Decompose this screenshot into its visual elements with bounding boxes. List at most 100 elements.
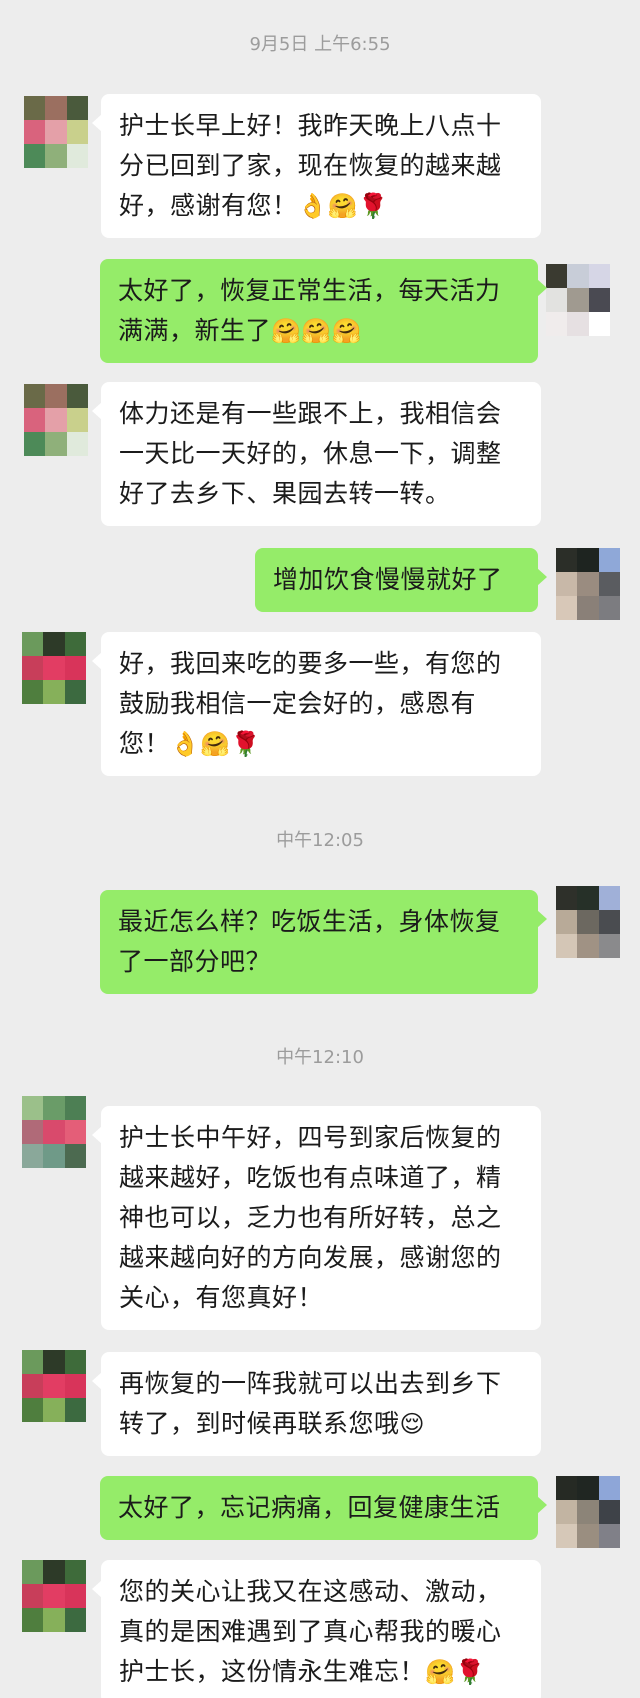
avatar-pixel [556,1476,578,1500]
contact-avatar[interactable] [22,1096,86,1168]
avatar-pixel [567,288,589,312]
avatar-pixel [45,144,67,168]
avatar-pixel [24,432,46,456]
avatar-pixel [66,144,88,168]
self-avatar[interactable] [556,1476,620,1548]
self-avatar[interactable] [556,548,620,620]
avatar-pixel [64,1374,86,1398]
avatar-pixel [22,1560,44,1584]
avatar-pixel [66,408,88,432]
avatar-pixel [22,1096,44,1120]
message-text: 最近怎么样？吃饭生活，身体恢复了一部分吧？ [118,907,501,976]
avatar-pixel [22,1350,44,1374]
message-bubble[interactable]: 护士长早上好！我昨天晚上八点十分已回到了家，现在恢复的越来越好，感谢有您！👌🤗🌹 [92,94,541,238]
timestamp-1: 9月5日 上午6:55 [249,34,391,55]
avatar-pixel [567,312,589,336]
avatar-pixel [598,572,620,596]
self-avatar[interactable] [556,886,620,958]
avatar-pixel [22,1398,44,1422]
avatar-pixel [22,1584,44,1608]
message-emoji: 🤗🤗🤗 [271,317,363,345]
avatar-pixel [24,144,46,168]
avatar-pixel [64,656,86,680]
avatar-pixel [43,1144,65,1168]
avatar-pixel [22,680,44,704]
avatar-pixel [43,656,65,680]
avatar-pixel [598,548,620,572]
avatar-pixel [64,1096,86,1120]
message-bubble[interactable]: 再恢复的一阵我就可以出去到乡下转了，到时候再联系您哦😌 [92,1352,541,1456]
message-bubble[interactable]: 太好了，恢复正常生活，每天活力满满，新生了🤗🤗🤗 [100,259,547,363]
avatar-pixel [577,596,599,620]
message-bubble[interactable]: 最近怎么样？吃饭生活，身体恢复了一部分吧？ [100,890,547,994]
avatar-pixel [546,264,568,288]
avatar-pixel [556,1500,578,1524]
avatar-pixel [43,1374,65,1398]
message-bubble[interactable]: 好，我回来吃的要多一些，有您的鼓励我相信一定会好的，感恩有您！👌🤗🌹 [92,632,541,776]
avatar-pixel [22,1120,44,1144]
avatar-pixel [598,596,620,620]
avatar-pixel [598,1500,620,1524]
avatar-pixel [556,572,578,596]
avatar-pixel [66,432,88,456]
avatar-pixel [22,1374,44,1398]
message-text: 增加饮食慢慢就好了 [273,565,503,594]
message-emoji: 👌🤗🌹 [170,730,262,758]
avatar-pixel [556,548,578,572]
avatar-pixel [45,432,67,456]
contact-avatar[interactable] [22,1560,86,1632]
avatar-pixel [22,656,44,680]
avatar-pixel [45,384,67,408]
avatar-pixel [43,1584,65,1608]
avatar-pixel [43,1120,65,1144]
avatar-pixel [598,1476,620,1500]
avatar-pixel [598,1524,620,1548]
avatar-pixel [43,1560,65,1584]
avatar-pixel [577,934,599,958]
message-text: 太好了，忘记病痛，回复健康生活 [118,1493,501,1522]
avatar-pixel [64,1584,86,1608]
avatar-pixel [45,96,67,120]
timestamp-2: 中午12:05 [276,830,364,851]
contact-avatar[interactable] [24,384,88,456]
avatar-pixel [567,264,589,288]
message-emoji: 👌🤗🌹 [297,192,389,220]
self-avatar[interactable] [546,264,610,336]
avatar-pixel [66,96,88,120]
avatar-pixel [43,1350,65,1374]
timestamp-3: 中午12:10 [276,1047,364,1068]
message-bubble[interactable]: 您的关心让我又在这感动、激动，真的是困难遇到了真心帮我的暖心护士长，这份情永生难… [92,1560,541,1698]
avatar-pixel [577,1500,599,1524]
avatar-pixel [577,548,599,572]
avatar-pixel [556,886,578,910]
avatar-pixel [22,632,44,656]
contact-avatar[interactable] [22,1350,86,1422]
avatar-pixel [556,1524,578,1548]
message-bubble[interactable]: 体力还是有一些跟不上，我相信会一天比一天好的，休息一下，调整好了去乡下、果园去转… [92,382,541,526]
avatar-pixel [66,120,88,144]
avatar-pixel [588,312,610,336]
avatar-pixel [24,384,46,408]
message-bubble[interactable]: 太好了，忘记病痛，回复健康生活 [100,1476,547,1540]
message-text: 再恢复的一阵我就可以出去到乡下转了，到时候再联系您哦 [119,1369,502,1438]
avatar-pixel [577,1524,599,1548]
avatar-pixel [64,1398,86,1422]
avatar-pixel [556,910,578,934]
avatar-pixel [556,934,578,958]
avatar-pixel [64,1144,86,1168]
avatar-pixel [24,96,46,120]
avatar-pixel [64,1608,86,1632]
message-text: 体力还是有一些跟不上，我相信会一天比一天好的，休息一下，调整好了去乡下、果园去转… [119,399,502,508]
message-text: 护士长中午好，四号到家后恢复的越来越好，吃饭也有点味道了，精神也可以，乏力也有所… [119,1123,502,1312]
message-bubble[interactable]: 护士长中午好，四号到家后恢复的越来越好，吃饭也有点味道了，精神也可以，乏力也有所… [92,1106,541,1330]
avatar-pixel [66,384,88,408]
avatar-pixel [598,934,620,958]
avatar-pixel [598,910,620,934]
avatar-pixel [577,910,599,934]
avatar-pixel [24,120,46,144]
message-bubble[interactable]: 增加饮食慢慢就好了 [255,548,547,612]
avatar-pixel [24,408,46,432]
contact-avatar[interactable] [22,632,86,704]
avatar-pixel [43,632,65,656]
contact-avatar[interactable] [24,96,88,168]
